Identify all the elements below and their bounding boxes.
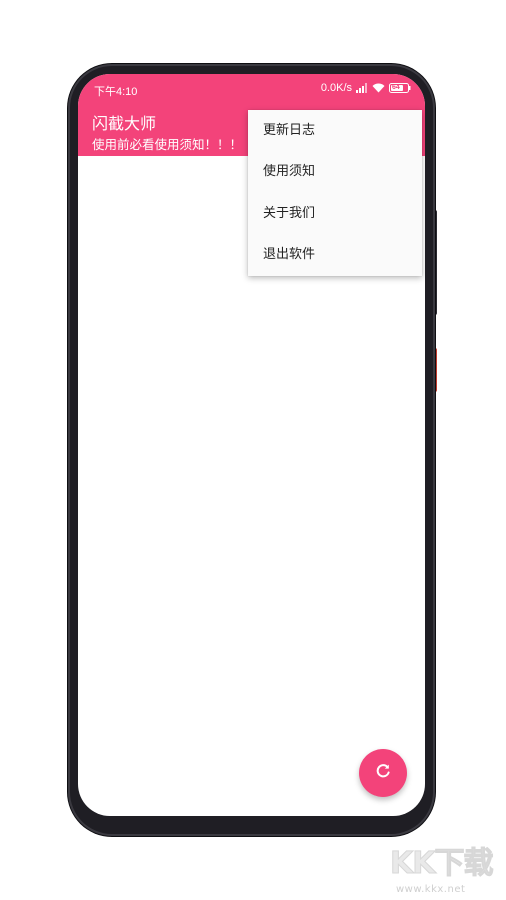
battery-icon: 64	[389, 83, 411, 93]
app-subtitle: 使用前必看使用须知！！！	[92, 137, 243, 152]
status-time: 下午4:10	[94, 86, 138, 98]
wifi-icon	[372, 83, 385, 93]
refresh-icon	[375, 763, 391, 783]
menu-item-about-us[interactable]: 关于我们	[248, 193, 422, 234]
battery-level: 64	[392, 84, 400, 91]
overflow-menu: 更新日志 使用须知 关于我们 退出软件	[248, 110, 422, 276]
status-indicators: 0.0K/s 64	[321, 82, 411, 94]
watermark-logo: KK下载	[390, 846, 494, 882]
watermark-url: www.kkx.net	[396, 884, 466, 895]
phone-screen: 下午4:10 0.0K/s 64 闪截大师 使用前必看使用须知！！！ 更新日志 …	[78, 74, 425, 816]
refresh-fab-button[interactable]	[359, 749, 407, 797]
signal-icon	[356, 83, 368, 93]
app-title: 闪截大师	[92, 114, 157, 133]
menu-item-usage-notice[interactable]: 使用须知	[248, 151, 422, 192]
menu-item-exit-app[interactable]: 退出软件	[248, 234, 422, 275]
network-speed: 0.0K/s	[320, 82, 352, 94]
status-bar: 下午4:10 0.0K/s 64	[78, 80, 425, 100]
menu-item-changelog[interactable]: 更新日志	[248, 110, 422, 151]
screenshot-stage: 下午4:10 0.0K/s 64 闪截大师 使用前必看使用须知！！！ 更新日志 …	[0, 0, 506, 900]
